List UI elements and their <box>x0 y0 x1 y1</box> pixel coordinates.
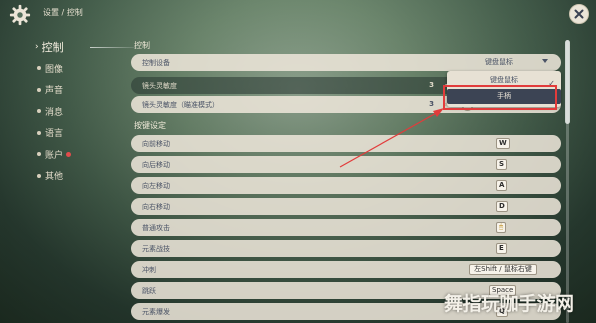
watermark: 舞指玩咖手游网 <box>444 293 574 315</box>
annotation-arrow <box>339 108 444 168</box>
scrollbar-thumb[interactable] <box>565 40 570 124</box>
